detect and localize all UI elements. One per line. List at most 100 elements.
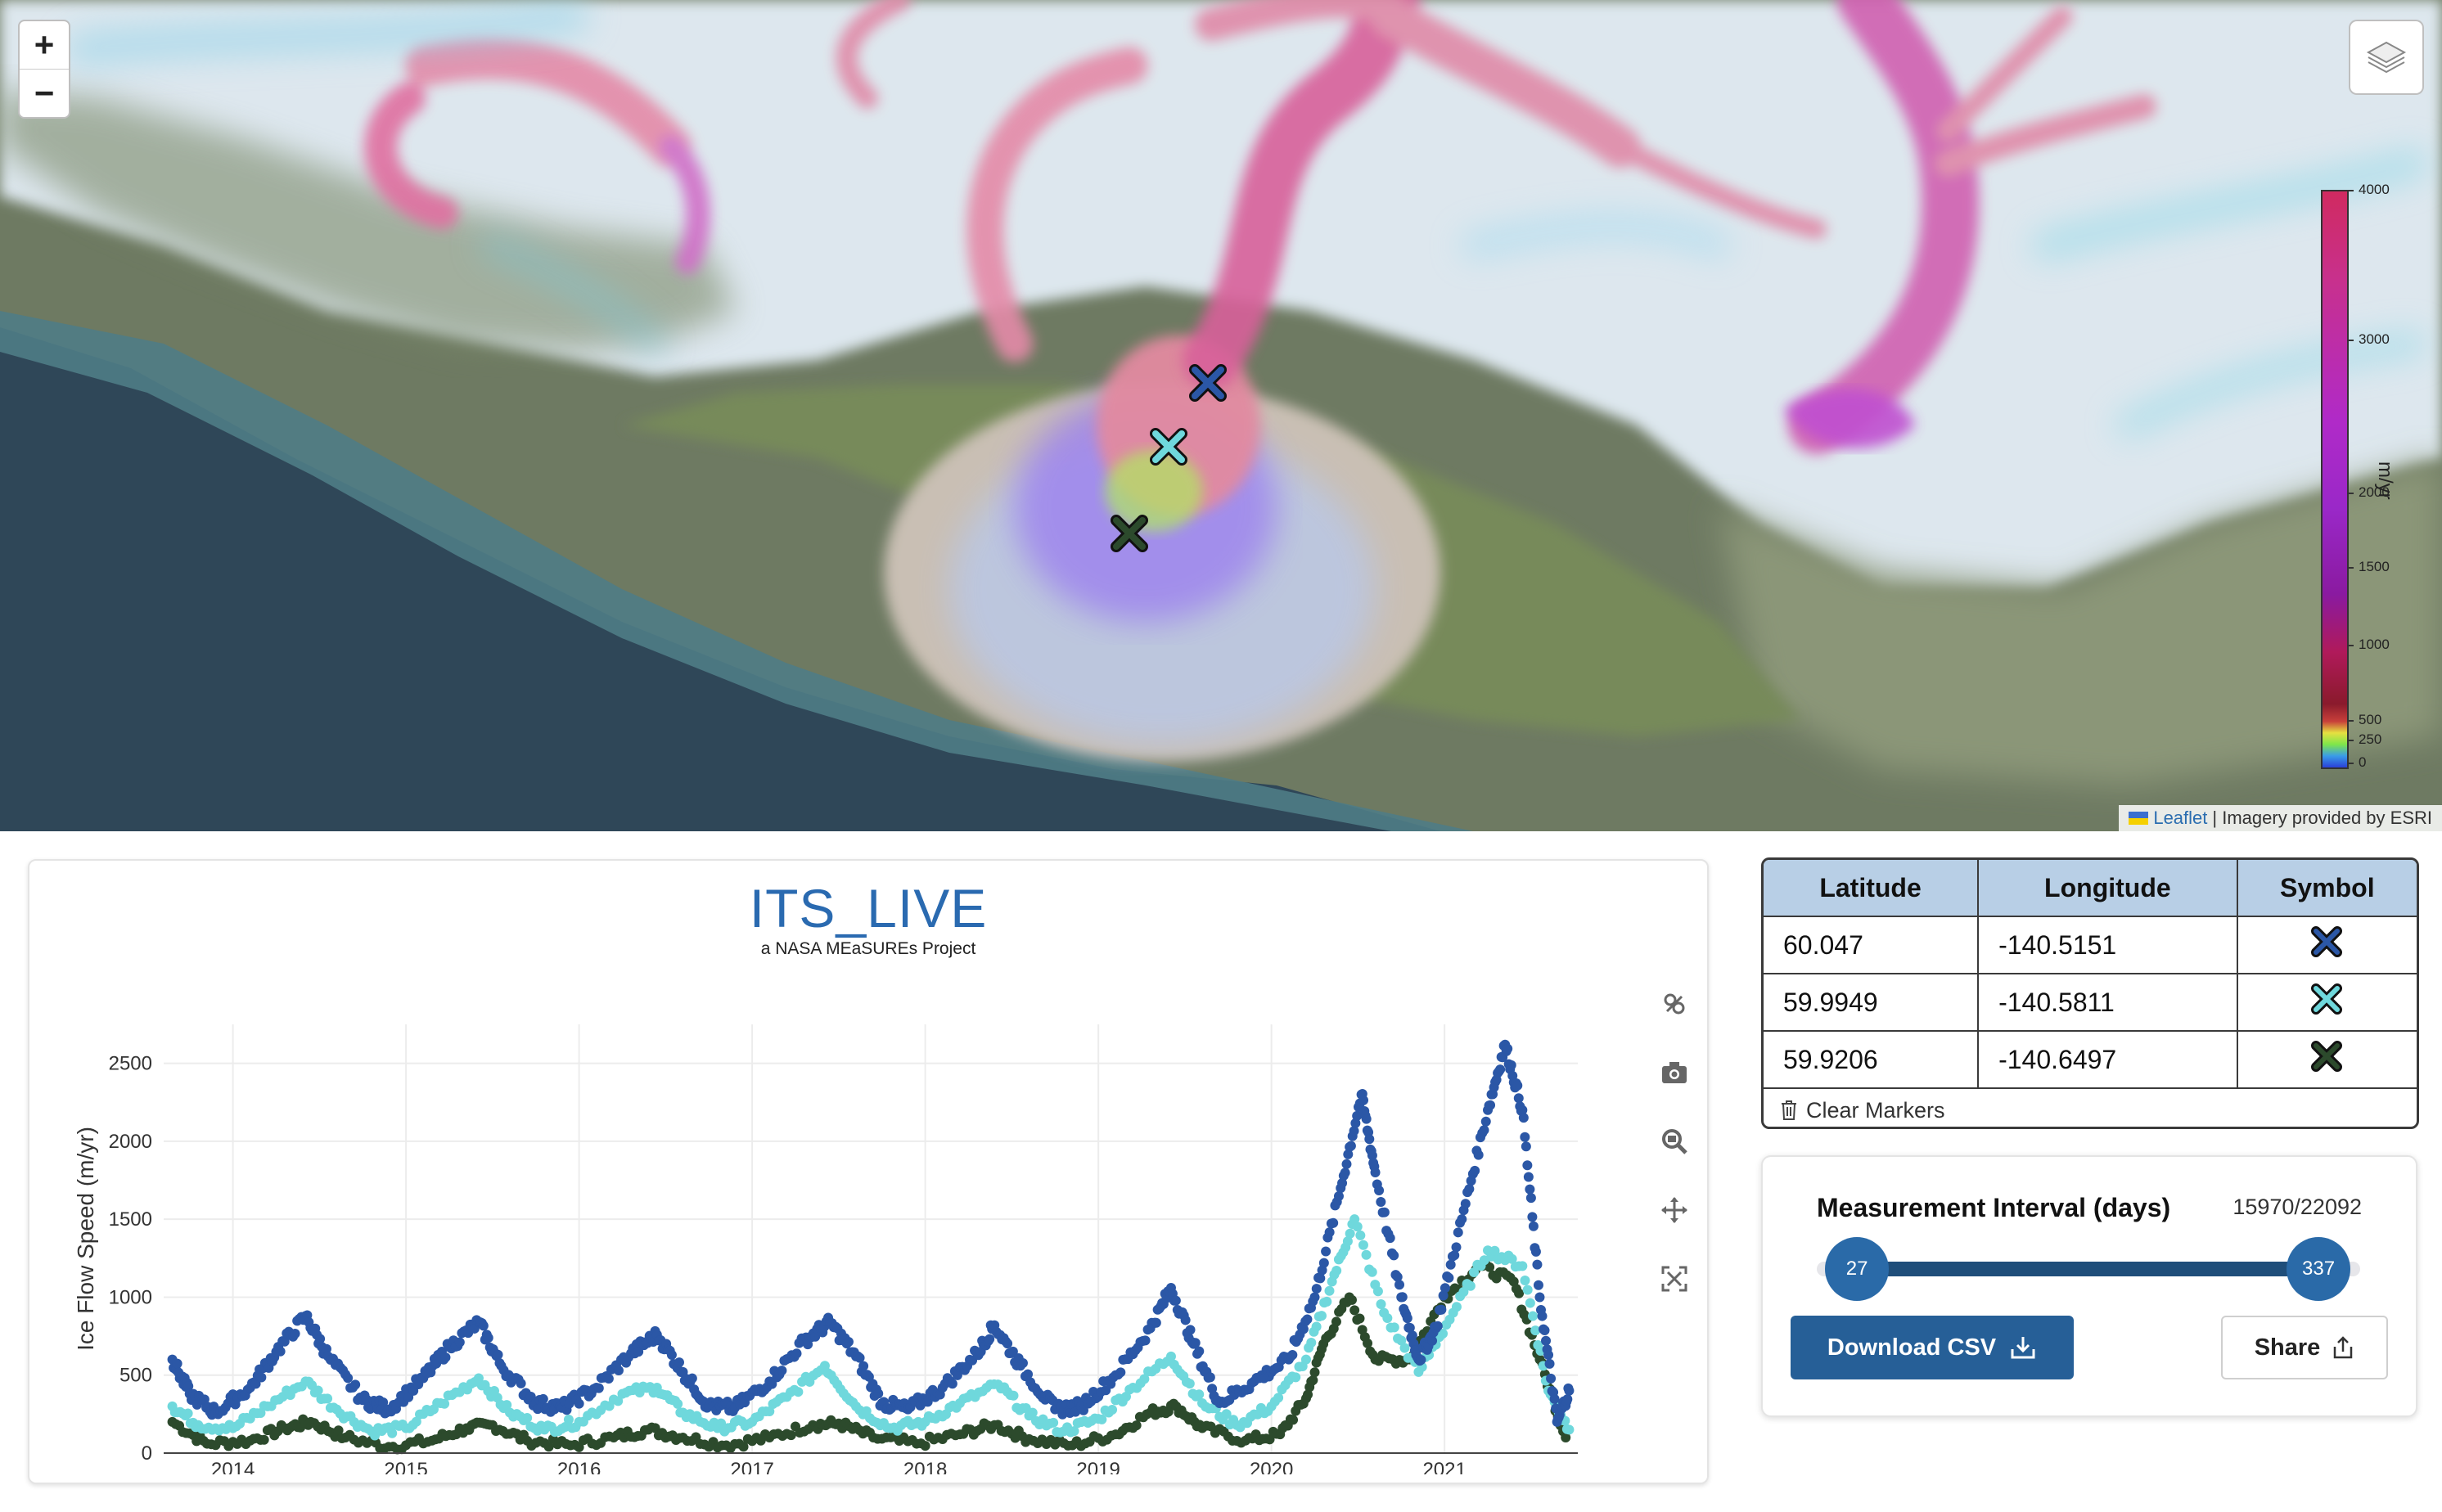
data-point	[1444, 1272, 1454, 1283]
autoscale-icon[interactable]	[1658, 1262, 1691, 1295]
symbol-cell	[2236, 973, 2417, 1032]
its-live-logo: ITS_LIVE	[749, 878, 988, 938]
chart-card: ITS_LIVE a NASA MEaSUREs Project 2014 201…	[28, 859, 1709, 1484]
data-point	[1543, 1350, 1554, 1361]
data-point	[1525, 1193, 1536, 1204]
data-point	[1518, 1113, 1529, 1123]
x-marker-icon	[2309, 926, 2345, 965]
velocity-chart[interactable]: 2014 2015 2016 2017 2018 2019 2020 2021 0 500 1000…	[29, 951, 1650, 1474]
latitude-cell: 59.9206	[1764, 1030, 1980, 1089]
header-longitude: Longitude	[1977, 860, 2238, 917]
y-tick-label: 1500	[109, 1208, 152, 1231]
velocity-colorbar: 4000 3000 2000 1500 1000 500 250 0 m/yr	[2314, 182, 2429, 772]
data-point	[172, 1358, 182, 1369]
data-point	[1470, 1165, 1480, 1176]
table-row[interactable]: 59.9206 -140.6497	[1764, 1030, 2417, 1089]
data-point	[1300, 1354, 1311, 1365]
pan-icon[interactable]	[1658, 1194, 1691, 1226]
x-tick-label: 2018	[903, 1459, 947, 1474]
marker-table: Latitude Longitude Symbol 60.047 -140.51…	[1761, 857, 2419, 1129]
slider-max-handle[interactable]: 337	[2287, 1237, 2351, 1301]
share-button[interactable]: Share	[2221, 1316, 2388, 1379]
data-point	[1131, 1420, 1142, 1431]
data-point	[1564, 1424, 1575, 1435]
data-point	[984, 1334, 995, 1344]
data-point	[1445, 1259, 1456, 1270]
layers-icon	[2366, 41, 2407, 74]
x-tick-label: 2021	[1422, 1459, 1466, 1474]
data-point	[322, 1393, 333, 1404]
data-point	[1402, 1313, 1412, 1324]
table-row[interactable]: 60.047 -140.5151	[1764, 916, 2417, 974]
data-point	[1539, 1325, 1550, 1335]
data-point	[1008, 1390, 1019, 1401]
data-point	[1324, 1227, 1335, 1238]
data-point	[1151, 1317, 1161, 1328]
colorbar-tick	[2347, 645, 2354, 647]
colorbar-tick	[2347, 492, 2354, 494]
data-point	[1370, 1168, 1381, 1178]
slider-min-handle[interactable]: 27	[1825, 1237, 1890, 1301]
data-point	[1352, 1222, 1363, 1232]
rotate-icon[interactable]	[1658, 988, 1691, 1020]
data-point	[1324, 1285, 1335, 1296]
data-point	[1416, 1354, 1426, 1365]
data-point	[1394, 1280, 1404, 1290]
colorbar-tick-label: 250	[2359, 731, 2382, 748]
data-point	[1115, 1367, 1126, 1378]
data-point	[563, 1415, 574, 1425]
x-marker-icon	[2309, 983, 2345, 1023]
data-point	[1322, 1296, 1332, 1307]
zoom-out-button[interactable]: −	[20, 69, 69, 117]
blue-x-marker[interactable]	[1189, 364, 1227, 402]
data-point	[1376, 1196, 1386, 1207]
x-tick-label: 2015	[384, 1459, 427, 1474]
data-point	[786, 1430, 796, 1441]
zoom-control: + −	[18, 20, 70, 119]
y-tick-label: 2500	[109, 1053, 152, 1075]
interval-title: Measurement Interval (days)	[1817, 1193, 2171, 1222]
data-point	[1530, 1246, 1541, 1257]
data-point	[1399, 1343, 1410, 1353]
data-point	[791, 1348, 802, 1359]
data-point	[1345, 1141, 1356, 1151]
header-symbol: Symbol	[2236, 860, 2417, 917]
data-point	[1520, 1275, 1530, 1285]
colorbar-tick-label: 500	[2359, 711, 2382, 727]
symbol-cell	[2236, 916, 2417, 974]
map-view[interactable]: + − 4000 3000 2000 1500 1000 500 250 0 m/yr Lea…	[0, 0, 2442, 831]
colorbar-tick	[2347, 340, 2354, 342]
symbol-cell	[2236, 1030, 2417, 1089]
data-point	[1287, 1349, 1298, 1360]
data-point	[1517, 1261, 1528, 1271]
interval-slider[interactable]: 27 337	[1817, 1237, 2360, 1301]
leaflet-link[interactable]: Leaflet	[2153, 805, 2207, 831]
download-csv-button[interactable]: Download CSV	[1791, 1316, 2074, 1379]
layers-button[interactable]	[2349, 20, 2424, 95]
data-point	[1465, 1280, 1476, 1291]
data-point	[1513, 1093, 1524, 1104]
data-point	[1451, 1242, 1462, 1253]
clear-markers-button[interactable]: Clear Markers	[1764, 1089, 2417, 1127]
data-point	[1389, 1250, 1399, 1261]
data-point	[1533, 1280, 1543, 1290]
x-tick-label: 2016	[557, 1459, 601, 1474]
zoom-icon[interactable]	[1658, 1125, 1691, 1158]
colorbar-tick-label: 4000	[2359, 182, 2390, 197]
camera-icon[interactable]	[1658, 1056, 1691, 1089]
data-point	[1460, 1199, 1471, 1209]
data-point	[1107, 1405, 1118, 1415]
data-point	[1316, 1311, 1327, 1321]
data-point	[1355, 1230, 1366, 1240]
data-point	[1358, 1095, 1369, 1105]
cyan-x-marker[interactable]	[1150, 428, 1187, 466]
data-point	[1328, 1217, 1339, 1228]
green-x-marker[interactable]	[1111, 515, 1148, 552]
data-point	[343, 1373, 354, 1384]
data-point	[1382, 1312, 1393, 1323]
data-point	[1340, 1168, 1350, 1178]
data-point	[1546, 1373, 1557, 1384]
zoom-in-button[interactable]: +	[20, 21, 69, 69]
table-row[interactable]: 59.9949 -140.5811	[1764, 973, 2417, 1032]
data-point	[1522, 1285, 1533, 1295]
